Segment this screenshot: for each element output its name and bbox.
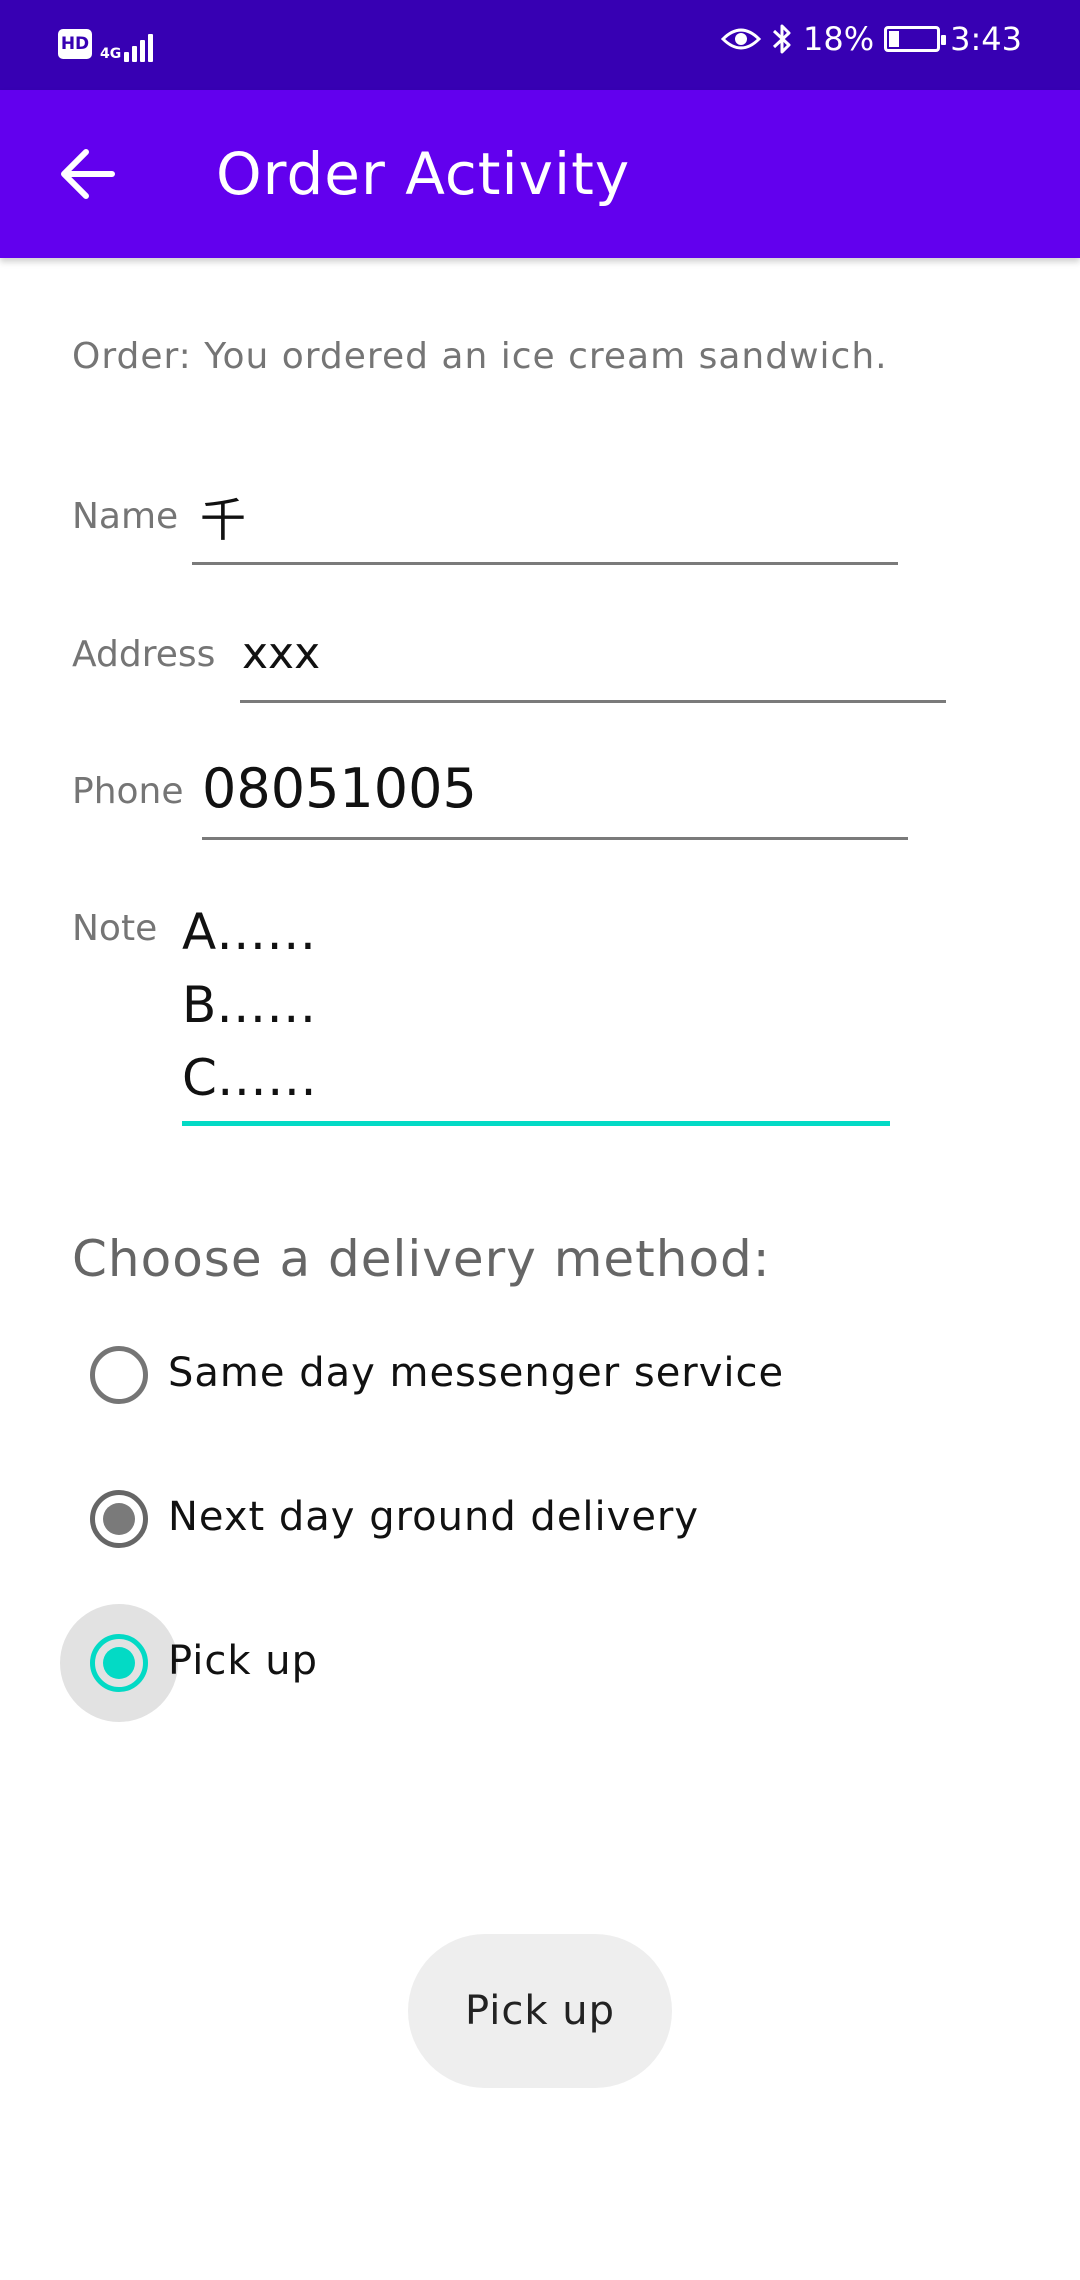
bluetooth-icon <box>772 24 791 54</box>
pick-up-button[interactable]: Pick up <box>408 1934 672 2088</box>
phone-label: Phone <box>72 771 184 812</box>
network-type: 4G <box>100 46 122 62</box>
radio-label: Same day messenger service <box>168 1350 785 1396</box>
radio-same-day[interactable]: Same day messenger service <box>58 1314 858 1436</box>
status-right: 18% 3:43 <box>721 20 1022 58</box>
radio-next-day[interactable]: Next day ground delivery <box>58 1458 858 1580</box>
app-bar: Order Activity <box>0 90 1080 258</box>
name-field[interactable]: 千 <box>200 484 246 550</box>
name-underline <box>192 562 898 565</box>
battery-icon <box>884 26 947 52</box>
phone-field[interactable]: 08051005 <box>202 757 477 820</box>
eye-icon <box>721 28 762 50</box>
note-line: A…… <box>182 903 317 961</box>
note-field[interactable]: A…… B…… C…… <box>182 896 317 1115</box>
delivery-method-title: Choose a delivery method: <box>72 1230 771 1288</box>
radio-dot <box>103 1503 135 1535</box>
signal-icon: 4G <box>100 26 154 62</box>
radio-button-disabled[interactable] <box>90 1490 148 1548</box>
arrow-back-icon <box>61 149 115 199</box>
address-field[interactable]: xxx <box>242 628 320 679</box>
back-button[interactable] <box>52 136 124 212</box>
note-line: C…… <box>182 1049 317 1107</box>
page-title: Order Activity <box>216 140 631 208</box>
order-summary: Order: You ordered an ice cream sandwich… <box>72 336 888 377</box>
phone-underline <box>202 837 908 840</box>
note-underline <box>182 1121 890 1126</box>
address-label: Address <box>72 634 216 675</box>
radio-button-unchecked[interactable] <box>90 1346 148 1404</box>
status-left: HD 4G <box>58 26 154 62</box>
radio-button-checked[interactable] <box>90 1634 148 1692</box>
status-bar: HD 4G 18% 3:43 <box>0 0 1080 90</box>
note-label: Note <box>72 908 158 949</box>
battery-percent: 18% <box>803 20 875 58</box>
note-line: B…… <box>182 976 317 1034</box>
name-label: Name <box>72 496 179 537</box>
radio-dot <box>103 1647 135 1679</box>
hd-badge: HD <box>58 29 92 59</box>
address-underline <box>240 700 946 703</box>
radio-label: Next day ground delivery <box>168 1494 700 1540</box>
clock: 3:43 <box>950 20 1022 58</box>
radio-label: Pick up <box>168 1638 318 1684</box>
radio-pick-up[interactable]: Pick up <box>58 1602 858 1724</box>
